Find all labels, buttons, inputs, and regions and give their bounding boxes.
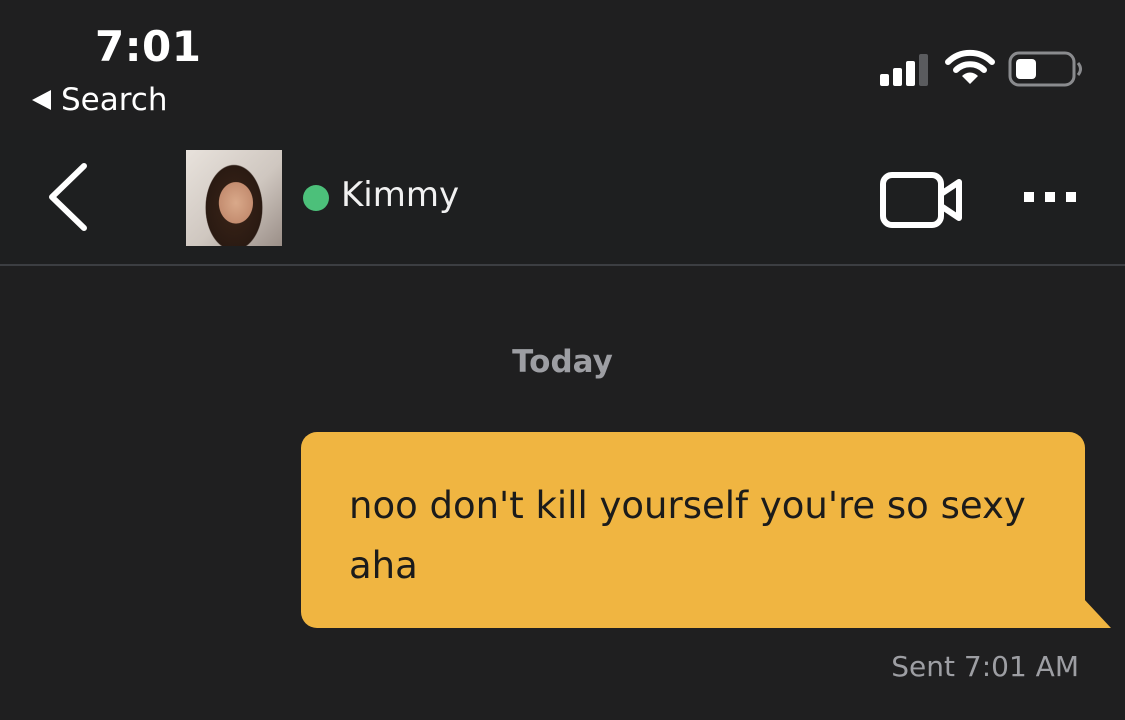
- back-triangle-icon: [32, 90, 51, 110]
- wifi-icon: [945, 49, 995, 84]
- online-status-indicator: [303, 185, 329, 211]
- bubble-tail: [1083, 598, 1111, 628]
- battery-icon: [1008, 51, 1082, 87]
- more-dots-icon[interactable]: [1020, 188, 1080, 208]
- chat-header: Kimmy: [0, 130, 1125, 266]
- message-text: noo don't kill yourself you're so sexy a…: [349, 484, 1026, 587]
- contact-avatar[interactable]: [186, 150, 282, 246]
- back-to-search-label: Search: [61, 82, 168, 118]
- date-divider: Today: [512, 344, 613, 380]
- contact-name[interactable]: Kimmy: [341, 175, 459, 215]
- status-time: 7:01: [95, 22, 202, 71]
- outgoing-message-bubble[interactable]: noo don't kill yourself you're so sexy a…: [301, 432, 1085, 628]
- message-sent-status: Sent 7:01 AM: [891, 650, 1079, 683]
- cellular-signal-icon: [880, 54, 928, 86]
- back-chevron-icon[interactable]: [42, 162, 102, 232]
- status-bar: 7:01 Search: [0, 0, 1125, 130]
- back-to-search-link[interactable]: Search: [32, 82, 168, 118]
- video-camera-icon[interactable]: [880, 170, 964, 230]
